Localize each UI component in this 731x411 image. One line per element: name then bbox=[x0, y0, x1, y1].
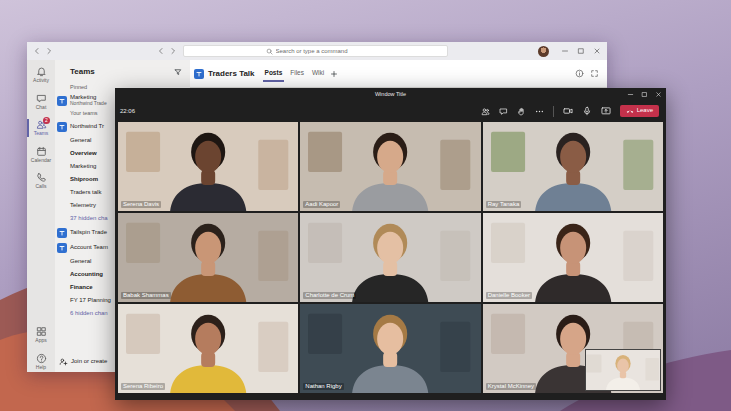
rail-item[interactable]: Chat bbox=[27, 91, 55, 113]
self-view-video[interactable] bbox=[585, 349, 661, 391]
participant-video[interactable]: Charlotte de Crum bbox=[300, 213, 480, 302]
close-icon[interactable] bbox=[655, 91, 662, 98]
participant-name: Charlotte de Crum bbox=[303, 292, 356, 299]
participant-name: Krystal McKinney bbox=[486, 383, 536, 390]
panel-title: Teams bbox=[70, 66, 95, 78]
rail-item[interactable]: Calendar bbox=[27, 144, 55, 166]
rail-label: Teams bbox=[34, 131, 49, 137]
team-logo-icon bbox=[57, 96, 67, 106]
search-box[interactable] bbox=[183, 45, 448, 57]
team-name: Tailspin Trade bbox=[70, 229, 107, 236]
call-duration: 22:06 bbox=[120, 107, 135, 116]
bell-icon bbox=[36, 66, 47, 77]
team-org: Northwind Trade bbox=[70, 101, 107, 107]
profile-avatar[interactable] bbox=[538, 46, 549, 57]
rail-item[interactable]: Teams 2 bbox=[27, 117, 55, 139]
leave-button[interactable]: Leave bbox=[620, 105, 659, 117]
rail-label: Activity bbox=[33, 78, 49, 84]
search-icon bbox=[266, 48, 273, 55]
calls-icon bbox=[36, 172, 47, 183]
participant-name: Babak Shammas bbox=[121, 292, 171, 299]
call-title-bar: Window Title bbox=[115, 88, 666, 100]
participant-name: Nathan Rigby bbox=[303, 383, 343, 390]
history-forward-icon[interactable] bbox=[169, 47, 177, 55]
team-logo-icon bbox=[57, 122, 67, 132]
rail-label: Chat bbox=[36, 105, 47, 111]
channel-tab[interactable]: Wiki bbox=[310, 65, 326, 83]
rail-item[interactable]: Activity bbox=[27, 64, 55, 86]
rail-label: Calendar bbox=[31, 158, 51, 164]
maximize-icon[interactable] bbox=[641, 91, 648, 98]
apps-icon bbox=[36, 326, 47, 337]
info-icon[interactable] bbox=[575, 69, 584, 78]
call-toolbar: 22:06 Leave bbox=[115, 100, 666, 122]
close-icon[interactable] bbox=[593, 47, 601, 55]
video-grid: Serena Davis Aadi Kapoor Ray Tanaka Babak S… bbox=[115, 122, 666, 396]
expand-icon[interactable] bbox=[590, 69, 599, 78]
channel-title: Traders Talk bbox=[208, 68, 255, 80]
camera-icon[interactable] bbox=[563, 106, 573, 116]
app-rail: Activity Chat Teams 2 Calendar Calls Apps Help bbox=[27, 60, 55, 372]
participant-name: Ray Tanaka bbox=[486, 201, 522, 208]
hang-up-icon bbox=[626, 107, 634, 115]
window-controls bbox=[561, 47, 601, 55]
channel-tab[interactable]: Files bbox=[288, 65, 306, 83]
calendar-icon bbox=[36, 146, 47, 157]
channel-header: Traders Talk PostsFilesWiki bbox=[190, 60, 607, 88]
window-controls bbox=[627, 88, 662, 100]
team-logo-icon bbox=[57, 243, 67, 253]
raise-hand-icon[interactable] bbox=[517, 107, 526, 116]
participant-video[interactable]: Ray Tanaka bbox=[483, 122, 663, 211]
notification-badge: 2 bbox=[43, 117, 50, 124]
chat-icon bbox=[36, 93, 47, 104]
rail-label: Help bbox=[36, 365, 46, 371]
rail-item[interactable]: Calls bbox=[27, 170, 55, 192]
more-icon[interactable] bbox=[535, 107, 544, 116]
rail-item[interactable]: Help bbox=[27, 351, 55, 373]
participants-icon[interactable] bbox=[481, 107, 490, 116]
participant-video[interactable]: Aadi Kapoor bbox=[300, 122, 480, 211]
participant-name: Serena Davis bbox=[121, 201, 161, 208]
minimize-icon[interactable] bbox=[561, 47, 569, 55]
share-screen-icon[interactable] bbox=[601, 106, 611, 116]
channel-tab[interactable]: Posts bbox=[263, 65, 285, 83]
rail-item[interactable]: Apps bbox=[27, 324, 55, 346]
participant-video[interactable]: Danielle Booker bbox=[483, 213, 663, 302]
search-input[interactable] bbox=[276, 47, 366, 56]
participant-video[interactable]: Serena Davis bbox=[118, 122, 298, 211]
team-logo-icon bbox=[57, 228, 67, 238]
title-bar bbox=[27, 42, 607, 60]
forward-icon[interactable] bbox=[45, 47, 53, 55]
participant-video[interactable]: Nathan Rigby bbox=[300, 304, 480, 393]
maximize-icon[interactable] bbox=[577, 47, 585, 55]
history-back-icon[interactable] bbox=[157, 47, 165, 55]
participant-video[interactable]: Serena Ribeiro bbox=[118, 304, 298, 393]
microphone-icon[interactable] bbox=[582, 106, 592, 116]
filter-icon[interactable] bbox=[174, 68, 182, 76]
join-team-icon bbox=[59, 357, 68, 366]
window-title: Window Title bbox=[115, 90, 666, 98]
add-tab-icon[interactable] bbox=[330, 70, 338, 78]
rail-label: Calls bbox=[35, 184, 46, 190]
participant-video[interactable]: Babak Shammas bbox=[118, 213, 298, 302]
call-window: Window Title 22:06 Leave Serena Davis Aadi K… bbox=[115, 88, 666, 400]
participant-name: Danielle Booker bbox=[486, 292, 532, 299]
chat-icon[interactable] bbox=[499, 107, 508, 116]
participant-name: Aadi Kapoor bbox=[303, 201, 340, 208]
minimize-icon[interactable] bbox=[627, 91, 634, 98]
participant-video[interactable]: Krystal McKinney bbox=[483, 304, 663, 393]
participant-name: Serena Ribeiro bbox=[121, 383, 165, 390]
team-name: Marketing bbox=[70, 94, 107, 101]
rail-label: Apps bbox=[35, 338, 46, 344]
team-name: Account Team bbox=[70, 244, 108, 251]
channel-logo-icon bbox=[194, 69, 204, 79]
back-icon[interactable] bbox=[33, 47, 41, 55]
team-name: Northwind Tr bbox=[70, 123, 104, 130]
help-icon bbox=[36, 353, 47, 364]
